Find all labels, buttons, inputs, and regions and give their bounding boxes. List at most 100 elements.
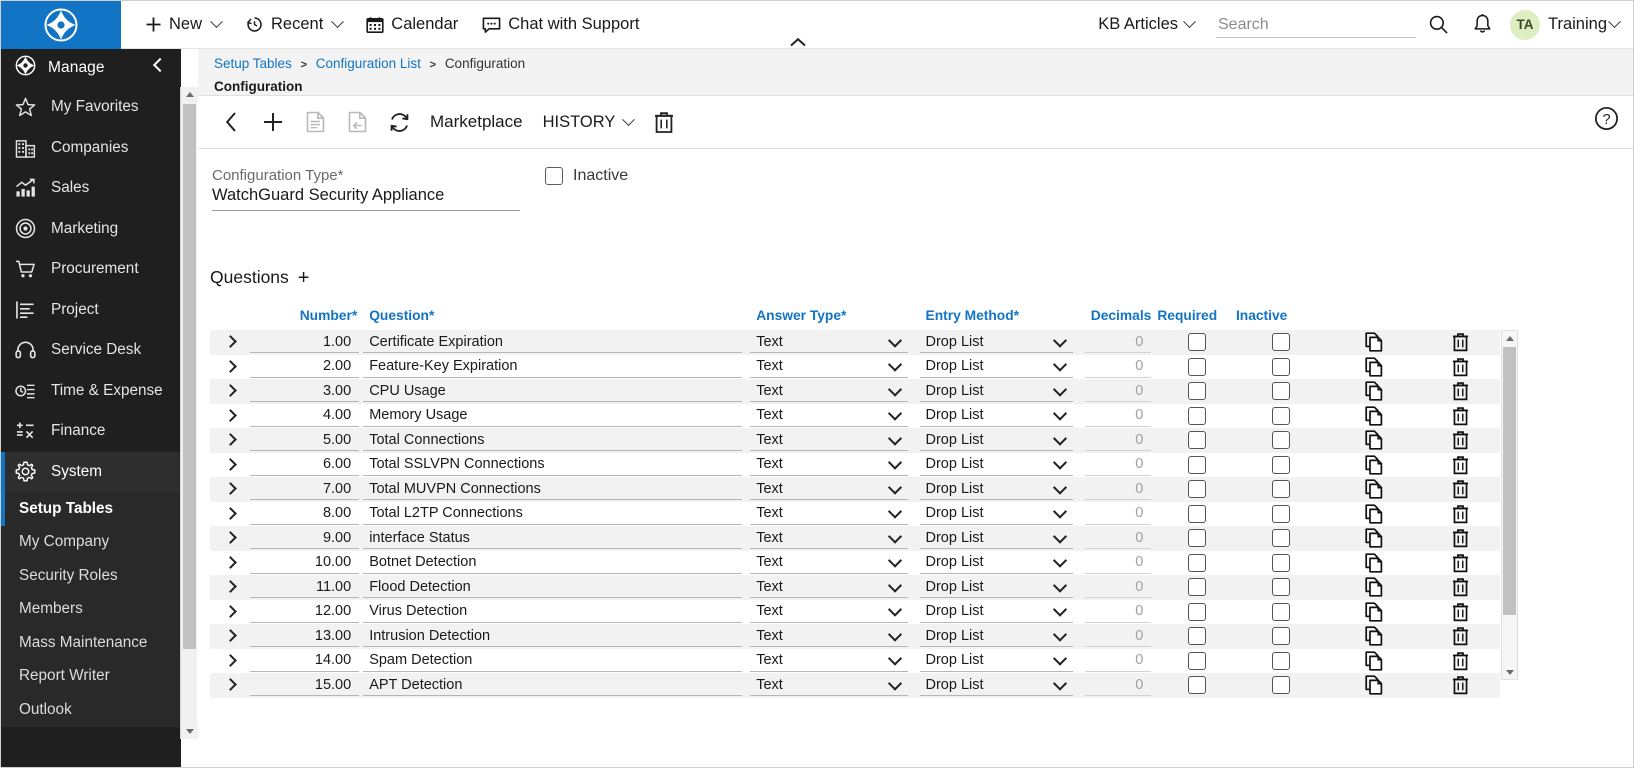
delete-record-button[interactable] — [643, 100, 685, 144]
cell-decimals[interactable]: 0 — [1085, 527, 1152, 549]
inactive-checkbox[interactable] — [545, 167, 563, 185]
sidebar-item-sales[interactable]: Sales — [1, 168, 181, 209]
row-inactive-checkbox[interactable] — [1272, 431, 1290, 449]
copy-row-button[interactable] — [1327, 626, 1422, 646]
cell-number[interactable]: 14.00 — [250, 650, 359, 672]
table-row[interactable]: 15.00APT DetectionTextDrop List0 — [210, 673, 1500, 698]
cell-question[interactable]: Feature-Key Expiration — [363, 356, 742, 378]
row-expand-chevron-icon[interactable] — [224, 507, 237, 520]
sidebar-item-marketing[interactable]: Marketing — [1, 209, 181, 250]
row-expand-chevron-icon[interactable] — [224, 556, 237, 569]
cell-answer-type-select[interactable]: Text — [750, 478, 907, 500]
delete-row-button[interactable] — [1421, 675, 1500, 695]
cell-question[interactable]: CPU Usage — [363, 380, 742, 402]
cell-decimals[interactable]: 0 — [1085, 454, 1152, 476]
add-button[interactable] — [252, 100, 294, 144]
cell-entry-method-select[interactable]: Drop List — [920, 380, 1073, 402]
row-expand-chevron-icon[interactable] — [224, 531, 237, 544]
cell-answer-type-select[interactable]: Text — [750, 429, 907, 451]
sidebar-item-service-desk[interactable]: Service Desk — [1, 330, 181, 371]
sidebar-scrollbar[interactable] — [180, 87, 197, 739]
delete-row-button[interactable] — [1421, 357, 1500, 377]
cell-number[interactable]: 11.00 — [250, 576, 359, 598]
copy-row-button[interactable] — [1327, 381, 1422, 401]
questions-table-scrollbar[interactable] — [1501, 330, 1518, 680]
row-expand-chevron-icon[interactable] — [224, 482, 237, 495]
delete-row-button[interactable] — [1421, 651, 1500, 671]
required-checkbox[interactable] — [1188, 627, 1206, 645]
row-expand-chevron-icon[interactable] — [224, 384, 237, 397]
cell-decimals[interactable]: 0 — [1085, 356, 1152, 378]
breadcrumb-link-setup-tables[interactable]: Setup Tables — [214, 56, 292, 71]
collapse-header-toggle[interactable] — [787, 35, 809, 49]
sidebar-item-report-writer[interactable]: Report Writer — [1, 660, 181, 694]
sidebar-scroll-up-button[interactable] — [181, 87, 198, 102]
cell-entry-method-select[interactable]: Drop List — [920, 674, 1073, 696]
copy-row-button[interactable] — [1327, 406, 1422, 426]
copy-row-button[interactable] — [1327, 430, 1422, 450]
cell-decimals[interactable]: 0 — [1085, 380, 1152, 402]
copy-row-button[interactable] — [1327, 528, 1422, 548]
table-row[interactable]: 4.00Memory UsageTextDrop List0 — [210, 404, 1500, 429]
sidebar-item-my-favorites[interactable]: My Favorites — [1, 87, 181, 128]
topbar-new-button[interactable]: New — [133, 1, 233, 49]
sidebar-item-my-company[interactable]: My Company — [1, 526, 181, 560]
row-inactive-checkbox[interactable] — [1272, 554, 1290, 572]
cell-number[interactable]: 2.00 — [250, 356, 359, 378]
cell-answer-type-select[interactable]: Text — [750, 576, 907, 598]
cell-entry-method-select[interactable]: Drop List — [920, 601, 1073, 623]
cell-decimals[interactable]: 0 — [1085, 552, 1152, 574]
delete-row-button[interactable] — [1421, 504, 1500, 524]
row-inactive-checkbox[interactable] — [1272, 407, 1290, 425]
sidebar-item-setup-tables[interactable]: Setup Tables — [1, 492, 181, 526]
cell-answer-type-select[interactable]: Text — [750, 625, 907, 647]
cell-entry-method-select[interactable]: Drop List — [920, 478, 1073, 500]
delete-row-button[interactable] — [1421, 577, 1500, 597]
sidebar-item-project[interactable]: Project — [1, 290, 181, 331]
cell-answer-type-select[interactable]: Text — [750, 454, 907, 476]
cell-question[interactable]: Certificate Expiration — [363, 331, 742, 353]
row-inactive-checkbox[interactable] — [1272, 382, 1290, 400]
copy-row-button[interactable] — [1327, 357, 1422, 377]
cell-question[interactable]: Total L2TP Connections — [363, 503, 742, 525]
row-expand-chevron-icon[interactable] — [224, 335, 237, 348]
row-inactive-checkbox[interactable] — [1272, 505, 1290, 523]
cell-number[interactable]: 3.00 — [250, 380, 359, 402]
cell-entry-method-select[interactable]: Drop List — [920, 503, 1073, 525]
copy-row-button[interactable] — [1327, 332, 1422, 352]
required-checkbox[interactable] — [1188, 603, 1206, 621]
row-expand-chevron-icon[interactable] — [224, 433, 237, 446]
cell-answer-type-select[interactable]: Text — [750, 552, 907, 574]
save-button[interactable] — [294, 100, 336, 144]
delete-row-button[interactable] — [1421, 430, 1500, 450]
cell-question[interactable]: Flood Detection — [363, 576, 742, 598]
cell-entry-method-select[interactable]: Drop List — [920, 576, 1073, 598]
topbar-recent-button[interactable]: Recent — [233, 1, 354, 49]
cell-answer-type-select[interactable]: Text — [750, 405, 907, 427]
required-checkbox[interactable] — [1188, 382, 1206, 400]
copy-row-button[interactable] — [1327, 577, 1422, 597]
cell-decimals[interactable]: 0 — [1085, 405, 1152, 427]
sidebar-collapse-icon[interactable] — [153, 58, 167, 72]
topbar-calendar-button[interactable]: Calendar — [354, 1, 470, 49]
cell-decimals[interactable]: 0 — [1085, 601, 1152, 623]
row-expand-chevron-icon[interactable] — [224, 458, 237, 471]
table-row[interactable]: 14.00Spam DetectionTextDrop List0 — [210, 649, 1500, 674]
copy-row-button[interactable] — [1327, 553, 1422, 573]
sidebar-item-time-expense[interactable]: Time & Expense — [1, 371, 181, 412]
row-expand-chevron-icon[interactable] — [224, 409, 237, 422]
copy-row-button[interactable] — [1327, 479, 1422, 499]
sidebar-item-system[interactable]: System — [1, 452, 181, 493]
sidebar-manage-header[interactable]: Manage — [1, 49, 181, 87]
breadcrumb-link-configuration-list[interactable]: Configuration List — [316, 56, 421, 71]
cell-number[interactable]: 13.00 — [250, 625, 359, 647]
sidebar-item-finance[interactable]: Finance — [1, 411, 181, 452]
history-dropdown[interactable]: HISTORY — [533, 100, 644, 144]
row-inactive-checkbox[interactable] — [1272, 627, 1290, 645]
cell-decimals[interactable]: 0 — [1085, 429, 1152, 451]
cell-decimals[interactable]: 0 — [1085, 650, 1152, 672]
sidebar-item-outlook[interactable]: Outlook — [1, 693, 181, 727]
refresh-button[interactable] — [378, 100, 420, 144]
cell-decimals[interactable]: 0 — [1085, 576, 1152, 598]
row-expand-chevron-icon[interactable] — [224, 678, 237, 691]
